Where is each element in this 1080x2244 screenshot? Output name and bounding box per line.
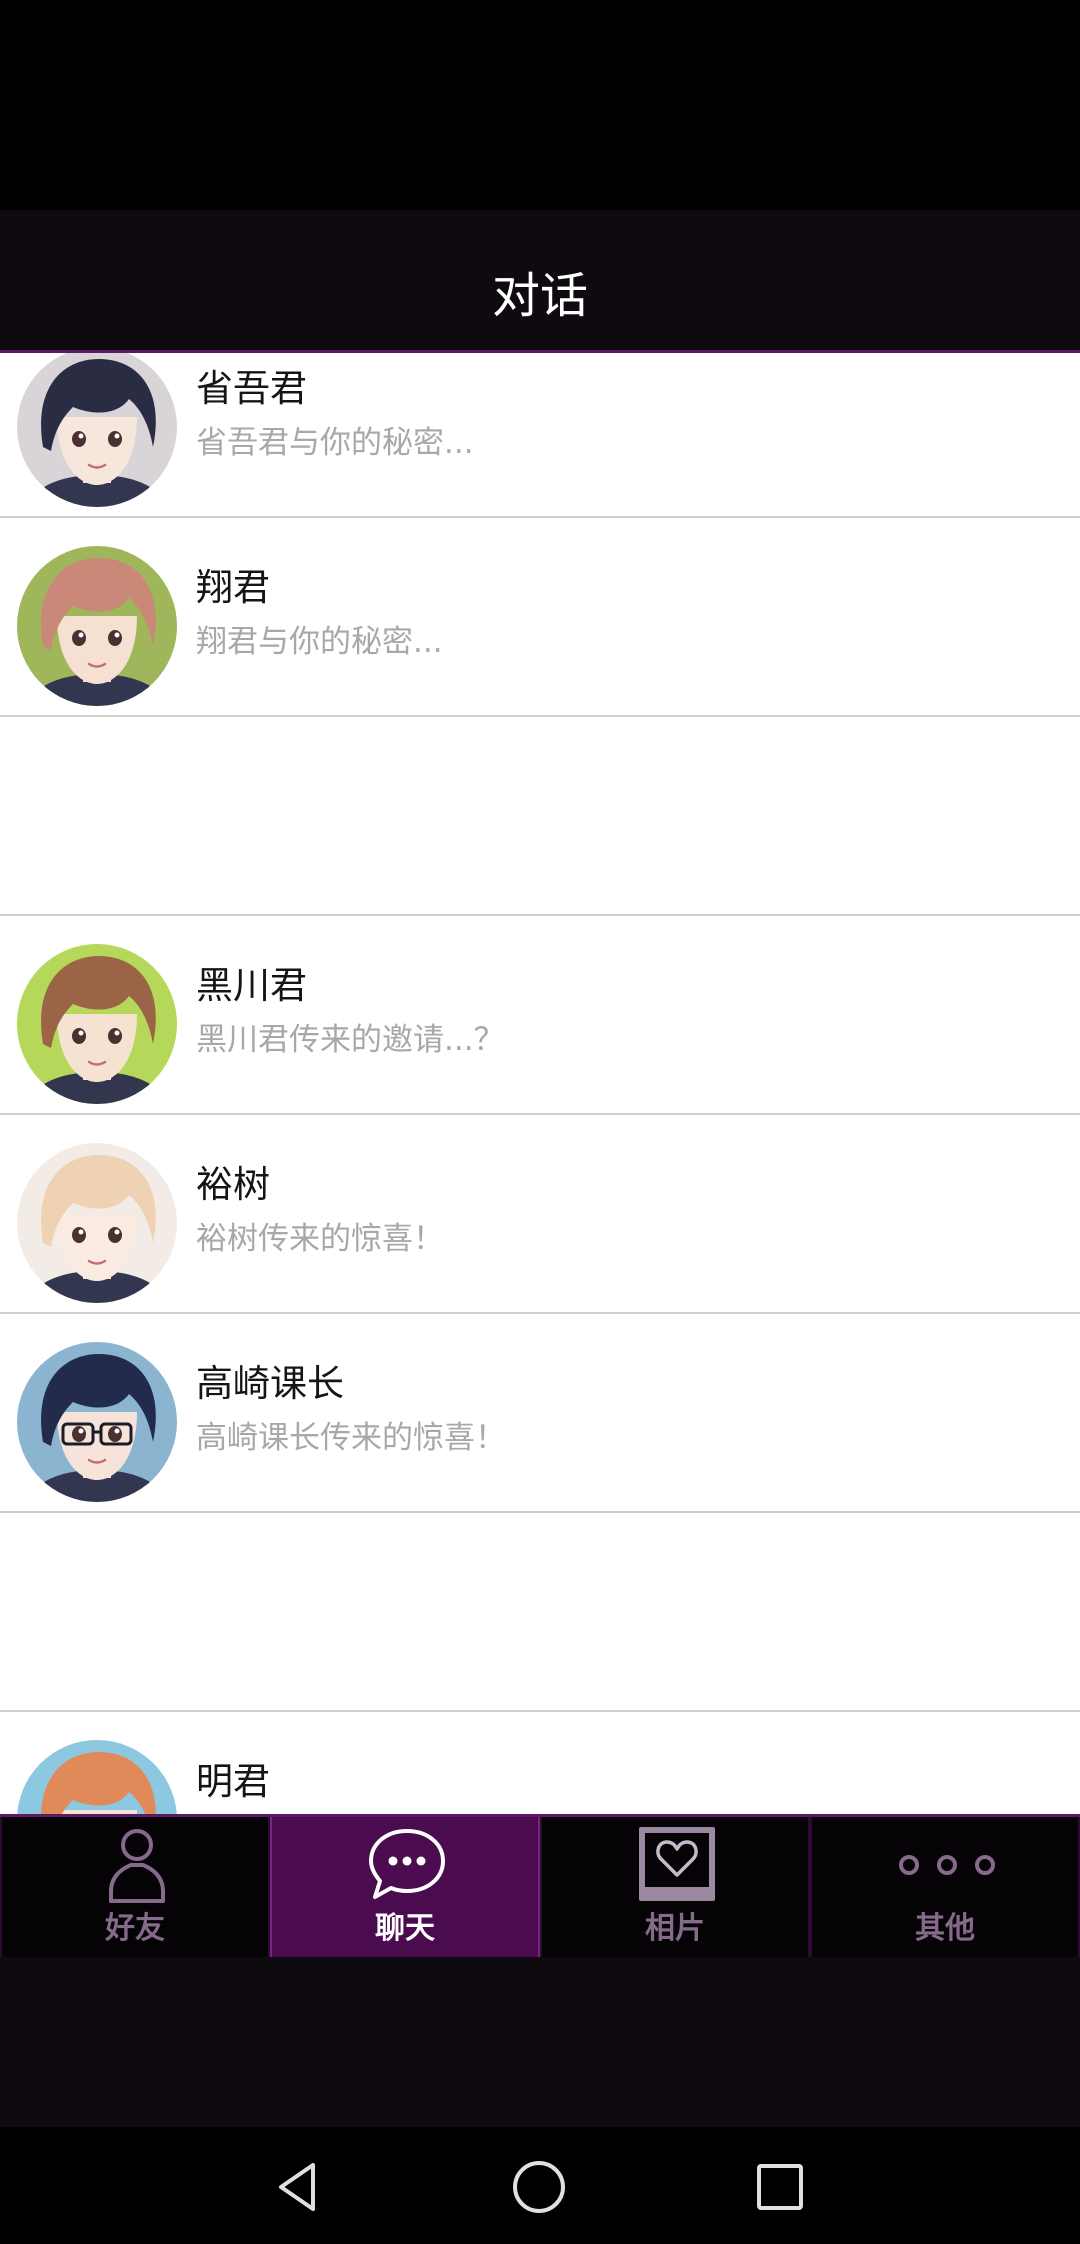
contact-name: 明君 bbox=[196, 1760, 270, 1803]
avatar-portrait bbox=[17, 546, 177, 706]
avatar bbox=[17, 1740, 177, 1814]
avatar bbox=[17, 353, 177, 507]
back-icon[interactable] bbox=[269, 2157, 329, 2217]
tab-label: 好友 bbox=[105, 1911, 165, 1946]
avatar-portrait bbox=[17, 944, 177, 1104]
avatar bbox=[17, 1143, 177, 1303]
message-preview: 省吾君与你的秘密... bbox=[196, 425, 474, 461]
avatar-portrait bbox=[17, 1342, 177, 1502]
tab-chat[interactable]: 聊天 bbox=[270, 1817, 540, 1957]
conversation-row[interactable]: 裕树 裕树传来的惊喜！ bbox=[0, 1115, 1080, 1314]
header-bar: 对话 bbox=[0, 210, 1080, 353]
avatar-portrait bbox=[17, 353, 177, 507]
contact-name: 省吾君 bbox=[196, 367, 307, 410]
contact-name: 高崎课长 bbox=[196, 1362, 344, 1405]
tab-friends[interactable]: 好友 bbox=[0, 1817, 270, 1957]
status-bar bbox=[0, 0, 1080, 210]
tab-label: 聊天 bbox=[375, 1911, 435, 1946]
message-preview: 翔君与你的秘密... bbox=[196, 624, 443, 660]
conversation-row-empty[interactable] bbox=[0, 717, 1080, 916]
avatar-portrait bbox=[17, 1740, 177, 1814]
tab-label: 其他 bbox=[915, 1911, 975, 1946]
avatar bbox=[17, 546, 177, 706]
chat-bubble-icon bbox=[357, 1825, 457, 1905]
person-icon bbox=[87, 1825, 187, 1905]
message-preview: 黑川君传来的邀请...？ bbox=[196, 1022, 505, 1058]
page-title: 对话 bbox=[491, 268, 588, 324]
conversation-row[interactable]: 省吾君 省吾君与你的秘密... bbox=[0, 353, 1080, 518]
message-preview: 高崎课长传来的惊喜！ bbox=[196, 1420, 506, 1456]
message-preview: 裕树传来的惊喜！ bbox=[196, 1221, 444, 1257]
conversation-row[interactable]: 翔君 翔君与你的秘密... bbox=[0, 518, 1080, 717]
home-icon[interactable] bbox=[509, 2157, 569, 2217]
conversation-row[interactable]: 高崎课长 高崎课长传来的惊喜！ bbox=[0, 1314, 1080, 1513]
system-navigation-bar bbox=[0, 2127, 1080, 2244]
contact-name: 裕树 bbox=[196, 1163, 270, 1206]
avatar-portrait bbox=[17, 1143, 177, 1303]
contact-name: 翔君 bbox=[196, 566, 270, 609]
conversation-row[interactable]: 黑川君 黑川君传来的邀请...？ bbox=[0, 916, 1080, 1115]
more-dots-icon bbox=[897, 1825, 997, 1905]
photo-heart-icon bbox=[627, 1825, 727, 1905]
avatar bbox=[17, 944, 177, 1104]
recents-icon[interactable] bbox=[750, 2157, 810, 2217]
conversation-row[interactable]: 明君 bbox=[0, 1712, 1080, 1814]
tab-photos[interactable]: 相片 bbox=[540, 1817, 810, 1957]
tab-bar: 好友 聊天 相片 其他 bbox=[0, 1814, 1080, 1957]
tab-label: 相片 bbox=[645, 1911, 705, 1946]
tab-more[interactable]: 其他 bbox=[810, 1817, 1080, 1957]
conversation-list[interactable]: 省吾君 省吾君与你的秘密... 翔君 翔君与你的秘密... 黑川君 黑川君传来的… bbox=[0, 353, 1080, 1814]
conversation-row-empty[interactable] bbox=[0, 1513, 1080, 1712]
bottom-panel bbox=[0, 1957, 1080, 2127]
avatar bbox=[17, 1342, 177, 1502]
contact-name: 黑川君 bbox=[196, 964, 307, 1007]
